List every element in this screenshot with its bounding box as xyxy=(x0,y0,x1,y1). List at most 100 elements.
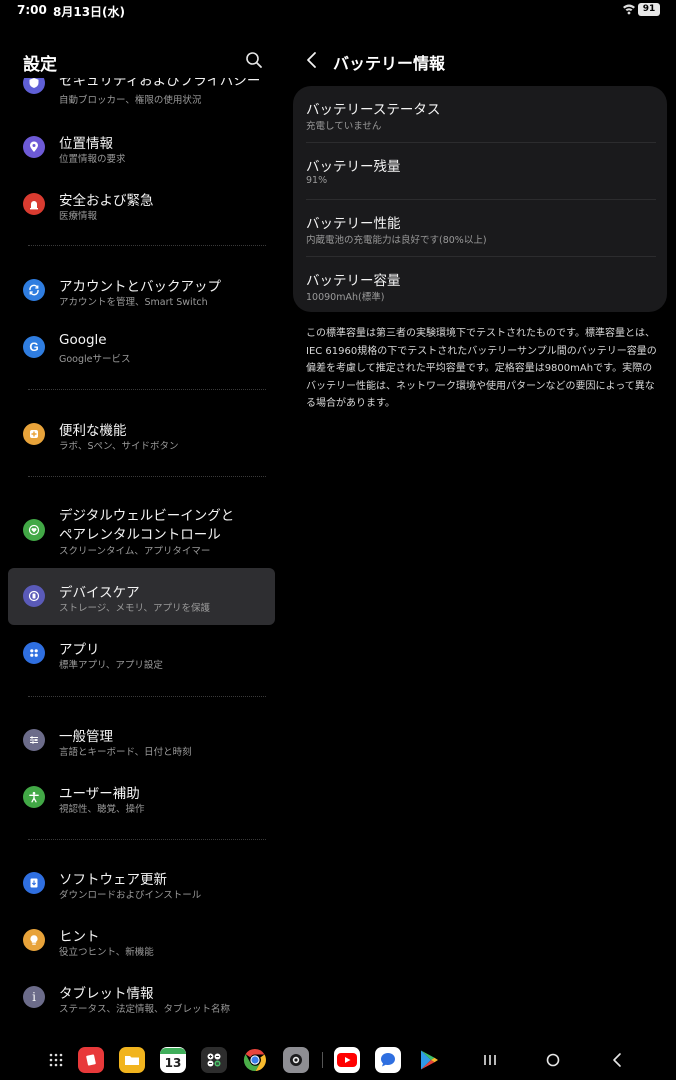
settings-item-device-care[interactable]: デバイスケア ストレージ、メモリ、アプリを保護 xyxy=(8,568,275,625)
settings-title: 設定 xyxy=(23,55,57,75)
row-value: 10090mAh(標準) xyxy=(306,292,385,303)
back-arrow-icon[interactable] xyxy=(303,50,321,70)
recent-apps-button[interactable] xyxy=(478,1048,502,1072)
settings-item-subtitle: アカウントを管理、Smart Switch xyxy=(59,297,208,308)
settings-item-security[interactable]: セキュリティおよびプライバシー 自動ブロッカー、権限の使用状況 xyxy=(8,78,275,112)
device-care-icon xyxy=(23,585,45,607)
settings-item-subtitle: 医療情報 xyxy=(59,211,98,222)
settings-item-advanced-features[interactable]: 便利な機能 ラボ、Sペン、サイドボタン xyxy=(8,406,275,462)
wellbeing-heart-icon xyxy=(23,519,45,541)
battery-status-row: バッテリーステータス 充電していません xyxy=(306,86,656,143)
battery-health-row: バッテリー性能 内蔵電池の充電能力は良好です(80%以上) xyxy=(306,200,656,257)
settings-item-apps[interactable]: アプリ 標準アプリ、アプリ設定 xyxy=(8,625,275,681)
settings-item-accessibility[interactable]: ユーザー補助 視認性、聴覚、操作 xyxy=(8,769,275,825)
google-icon: G xyxy=(23,336,45,358)
settings-item-title: ユーザー補助 xyxy=(59,786,140,802)
settings-item-subtitle: スクリーンタイム、アプリタイマー xyxy=(59,546,211,557)
status-date: 8月13日(水) xyxy=(53,5,126,19)
youtube-icon[interactable] xyxy=(334,1047,360,1073)
settings-item-subtitle: 標準アプリ、アプリ設定 xyxy=(59,660,163,671)
taskbar: 13 xyxy=(0,1040,676,1080)
taskbar-separator xyxy=(322,1052,323,1068)
search-icon[interactable] xyxy=(243,49,265,71)
row-value: 内蔵電池の充電能力は良好です(80%以上) xyxy=(306,235,487,246)
my-files-icon[interactable] xyxy=(119,1047,145,1073)
calendar-day: 13 xyxy=(164,1056,182,1070)
shield-icon xyxy=(23,78,45,94)
settings-item-google[interactable]: G Google Googleサービス xyxy=(8,319,275,375)
battery-capacity-row: バッテリー容量 10090mAh(標準) xyxy=(306,257,656,314)
row-value: 91% xyxy=(306,175,328,186)
home-button[interactable] xyxy=(541,1048,565,1072)
settings-item-title: ソフトウェア更新 xyxy=(59,872,167,888)
calendar-icon[interactable]: 13 xyxy=(160,1047,186,1073)
battery-indicator: 91 xyxy=(638,3,660,16)
settings-item-title: 位置情報 xyxy=(59,136,113,152)
settings-item-general-management[interactable]: 一般管理 言語とキーボード、日付と時刻 xyxy=(8,712,275,768)
divider xyxy=(28,245,266,246)
info-icon: i xyxy=(23,986,45,1008)
settings-item-tablet-info[interactable]: i タブレット情報 ステータス、法定情報、タブレット名称 xyxy=(8,969,275,1025)
settings-item-tips[interactable]: ヒント 役立つヒント、新機能 xyxy=(8,912,275,968)
divider xyxy=(28,389,266,390)
messages-icon[interactable] xyxy=(375,1047,401,1073)
settings-item-title: デバイスケア xyxy=(59,585,140,601)
settings-item-digital-wellbeing[interactable]: デジタルウェルビーイングと ペアレンタルコントロール スクリーンタイム、アプリタ… xyxy=(8,498,275,564)
settings-list[interactable]: セキュリティおよびプライバシー 自動ブロッカー、権限の使用状況 位置情報 位置情… xyxy=(8,78,275,1028)
lightbulb-icon xyxy=(23,929,45,951)
settings-item-safety[interactable]: 安全および緊急 医療情報 xyxy=(8,176,275,232)
app-drawer-icon[interactable] xyxy=(43,1047,69,1073)
settings-item-title: 一般管理 xyxy=(59,729,113,745)
settings-item-title: セキュリティおよびプライバシー xyxy=(59,78,261,89)
battery-info-card: バッテリーステータス 充電していません バッテリー残量 91% バッテリー性能 … xyxy=(293,86,667,312)
settings-item-subtitle: 言語とキーボード、日付と時刻 xyxy=(59,747,192,758)
settings-item-title-line1: デジタルウェルビーイングと xyxy=(59,508,235,524)
settings-item-title: アプリ xyxy=(59,642,100,658)
settings-item-subtitle: 位置情報の要求 xyxy=(59,154,126,165)
status-bar: 7:00 8月13日(水) 91 xyxy=(0,0,676,22)
settings-item-subtitle: 視認性、聴覚、操作 xyxy=(59,804,145,815)
page-title: バッテリー情報 xyxy=(333,54,446,73)
settings-item-accounts-backup[interactable]: アカウントとバックアップ アカウントを管理、Smart Switch xyxy=(8,262,275,318)
camera-icon[interactable] xyxy=(283,1047,309,1073)
software-update-icon xyxy=(23,872,45,894)
sliders-icon xyxy=(23,729,45,751)
settings-item-subtitle: Googleサービス xyxy=(59,354,131,365)
row-title: バッテリー残量 xyxy=(306,159,401,175)
settings-item-subtitle: ストレージ、メモリ、アプリを保護 xyxy=(59,603,210,614)
accessibility-person-icon xyxy=(23,786,45,808)
puzzle-plus-icon xyxy=(23,423,45,445)
play-store-icon[interactable] xyxy=(416,1047,442,1073)
settings-item-location[interactable]: 位置情報 位置情報の要求 xyxy=(8,119,275,175)
settings-item-subtitle: 自動ブロッカー、権限の使用状況 xyxy=(59,95,202,106)
settings-item-subtitle: ダウンロードおよびインストール xyxy=(59,890,202,901)
wifi-icon xyxy=(623,4,635,15)
capacity-note: この標準容量は第三者の実験環境下でテストされたものです。標準容量とは、IEC 6… xyxy=(306,328,657,409)
settings-item-title-line2: ペアレンタルコントロール xyxy=(59,527,221,543)
chrome-icon[interactable] xyxy=(242,1047,268,1073)
row-value: 充電していません xyxy=(306,121,382,132)
status-time: 7:00 xyxy=(17,3,47,17)
divider xyxy=(28,839,266,840)
battery-level-row: バッテリー残量 91% xyxy=(306,143,656,200)
settings-item-subtitle: 役立つヒント、新機能 xyxy=(59,947,154,958)
settings-item-title: アカウントとバックアップ xyxy=(59,279,221,295)
settings-item-subtitle: ラボ、Sペン、サイドボタン xyxy=(59,441,179,452)
settings-item-software-update[interactable]: ソフトウェア更新 ダウンロードおよびインストール xyxy=(8,855,275,911)
row-title: バッテリーステータス xyxy=(306,102,441,118)
apps-grid-icon xyxy=(23,642,45,664)
settings-item-title: 安全および緊急 xyxy=(59,193,154,209)
location-pin-icon xyxy=(23,136,45,158)
settings-item-title: 便利な機能 xyxy=(59,423,127,439)
settings-item-title: ヒント xyxy=(59,929,100,945)
calculator-icon[interactable] xyxy=(201,1047,227,1073)
row-title: バッテリー性能 xyxy=(306,216,401,232)
settings-item-title: Google xyxy=(59,332,107,348)
divider xyxy=(28,476,266,477)
notes-icon[interactable] xyxy=(78,1047,104,1073)
settings-item-subtitle: ステータス、法定情報、タブレット名称 xyxy=(59,1004,231,1015)
sync-icon xyxy=(23,279,45,301)
back-button[interactable] xyxy=(605,1048,629,1072)
emergency-siren-icon xyxy=(23,193,45,215)
settings-item-title: タブレット情報 xyxy=(59,986,154,1002)
